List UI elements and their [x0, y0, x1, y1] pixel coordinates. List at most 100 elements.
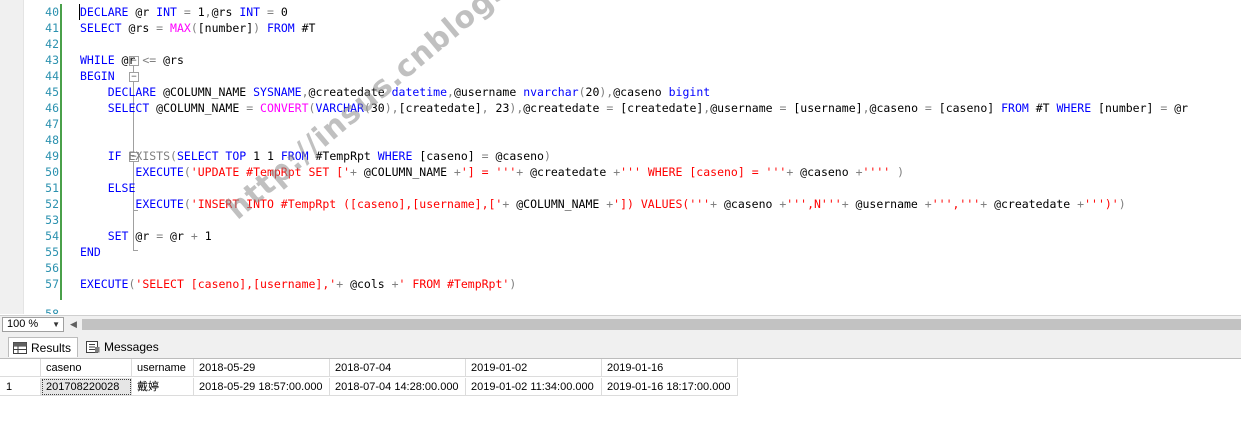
tab-messages-label: Messages — [104, 340, 159, 354]
code-token: + — [391, 277, 399, 291]
code-line[interactable]: 44 BEGIN — [0, 68, 1241, 84]
code-token: @COLUMN_NAME — [163, 85, 254, 99]
code-line[interactable]: 52 EXECUTE('INSERT INTO #TempRpt ([casen… — [0, 196, 1241, 212]
code-token: @caseno — [800, 165, 856, 179]
code-token: SYSNAME — [253, 85, 302, 99]
code-line[interactable]: 40 DECLARE @r INT = 1,@rs INT = 0 — [0, 4, 1241, 20]
code-text: IF EXISTS(SELECT TOP 1 1 FROM #TempRpt W… — [80, 148, 551, 164]
code-line[interactable]: 41 SELECT @rs = MAX([number]) FROM #T — [0, 20, 1241, 36]
code-text: EXECUTE('UPDATE #TempRpt SET ['+ @COLUMN… — [80, 164, 904, 180]
code-token: @cols — [350, 277, 392, 291]
code-token: + — [336, 277, 351, 291]
column-header-date-2[interactable]: 2018-07-04 — [330, 359, 466, 377]
code-token: ) — [897, 165, 905, 179]
code-line[interactable]: 48 — [0, 132, 1241, 148]
code-token: + — [190, 229, 205, 243]
text-caret — [79, 4, 80, 20]
code-token: + — [710, 197, 724, 211]
code-line[interactable]: 54 SET @r = @r + 1 — [0, 228, 1241, 244]
code-line[interactable]: 51 ELSE — [0, 180, 1241, 196]
code-token: = — [606, 101, 621, 115]
code-line[interactable]: 50 EXECUTE('UPDATE #TempRpt SET ['+ @COL… — [0, 164, 1241, 180]
code-line[interactable]: 49 IF EXISTS(SELECT TOP 1 1 FROM #TempRp… — [0, 148, 1241, 164]
line-number: 56 — [45, 261, 59, 275]
code-token: #TempRpt — [315, 149, 378, 163]
line-number: 53 — [45, 213, 59, 227]
code-token: @COLUMN_NAME — [363, 165, 454, 179]
row-number[interactable]: 1 — [0, 378, 41, 396]
code-token: @username — [710, 101, 780, 115]
code-token: ( — [183, 165, 191, 179]
code-token: ( — [578, 85, 586, 99]
tab-messages[interactable]: Messages — [82, 337, 160, 357]
code-line[interactable]: 53 — [0, 212, 1241, 228]
code-line[interactable]: 46 SELECT @COLUMN_NAME = CONVERT (VARCHAR… — [0, 100, 1241, 116]
code-token: + — [502, 197, 517, 211]
code-token: @createdate — [530, 165, 614, 179]
code-line[interactable]: 58 — [0, 306, 1241, 314]
code-token: ), — [384, 101, 399, 115]
code-token: 'INSERT INTO #TempRpt ([caseno],[usernam… — [190, 197, 503, 211]
code-token: @COLUMN_NAME — [156, 101, 247, 115]
cell-date-3[interactable]: 2019-01-02 11:34:00.000 — [466, 378, 602, 396]
cell-username[interactable]: 戴婷 — [132, 378, 194, 396]
code-token: ''',N''' — [786, 197, 842, 211]
grid-icon — [13, 342, 27, 354]
line-number: 52 — [45, 197, 59, 211]
code-token: + — [924, 197, 932, 211]
column-header-caseno[interactable]: caseno — [41, 359, 132, 377]
horizontal-scrollbar-thumb[interactable] — [82, 319, 1241, 330]
code-token: @rs — [163, 53, 184, 67]
row-header-corner[interactable] — [0, 359, 41, 377]
line-number: 55 — [45, 245, 59, 259]
scroll-left-icon[interactable]: ◀ — [70, 319, 77, 330]
results-grid[interactable]: caseno username 2018-05-29 2018-07-04 20… — [0, 359, 1241, 425]
code-token: + — [453, 165, 461, 179]
code-text: EXECUTE('SELECT [caseno],[username],'+ @… — [80, 276, 516, 292]
chevron-down-icon[interactable]: ▼ — [52, 318, 60, 331]
code-line[interactable]: 45 DECLARE @COLUMN_NAME SYSNAME,@created… — [0, 84, 1241, 100]
code-token: + — [786, 165, 801, 179]
column-header-date-4[interactable]: 2019-01-16 — [602, 359, 738, 377]
code-token: @createdate — [308, 85, 392, 99]
code-token: ) — [1118, 197, 1126, 211]
code-line[interactable]: 43 WHILE @r <= @rs — [0, 52, 1241, 68]
code-token: 1 — [197, 5, 205, 19]
code-token: ) — [509, 277, 517, 291]
column-header-date-3[interactable]: 2019-01-02 — [466, 359, 602, 377]
column-header-username[interactable]: username — [132, 359, 194, 377]
code-text: WHILE @r <= @rs — [80, 52, 184, 68]
code-token: EXECUTE — [80, 277, 129, 291]
code-token: nvarchar — [523, 85, 579, 99]
code-token: + — [841, 197, 856, 211]
code-token: WHILE — [80, 53, 122, 67]
cell-date-2[interactable]: 2018-07-04 14:28:00.000 — [330, 378, 466, 396]
code-line[interactable]: 42 — [0, 36, 1241, 52]
cell-date-4[interactable]: 2019-01-16 18:17:00.000 — [602, 378, 738, 396]
code-token: ( — [363, 101, 371, 115]
code-token: SELECT — [80, 21, 129, 35]
code-token: = — [267, 5, 281, 19]
tab-results[interactable]: Results — [8, 337, 78, 357]
cell-caseno[interactable]: 201708220028 — [41, 378, 132, 396]
query-editor[interactable]: − − − 40 DECLARE @r INT = 1,@rs INT = 0 41… — [0, 0, 1241, 314]
code-token: = — [183, 5, 198, 19]
code-token: ) — [253, 21, 267, 35]
code-token: EXECUTE — [135, 197, 184, 211]
code-token: + — [516, 165, 531, 179]
code-token: MAX — [170, 21, 191, 35]
code-token: @rs — [128, 21, 157, 35]
code-token: ''',''' — [931, 197, 981, 211]
line-number: 49 — [45, 149, 59, 163]
line-number: 45 — [45, 85, 59, 99]
code-line[interactable]: 55 END — [0, 244, 1241, 260]
zoom-dropdown[interactable]: 100 % ▼ — [2, 317, 64, 332]
code-line[interactable]: 56 — [0, 260, 1241, 276]
column-header-date-1[interactable]: 2018-05-29 — [194, 359, 330, 377]
cell-date-1[interactable]: 2018-05-29 18:57:00.000 — [194, 378, 330, 396]
code-line[interactable]: 57 EXECUTE('SELECT [caseno],[username],'+… — [0, 276, 1241, 292]
code-line[interactable]: 47 — [0, 116, 1241, 132]
